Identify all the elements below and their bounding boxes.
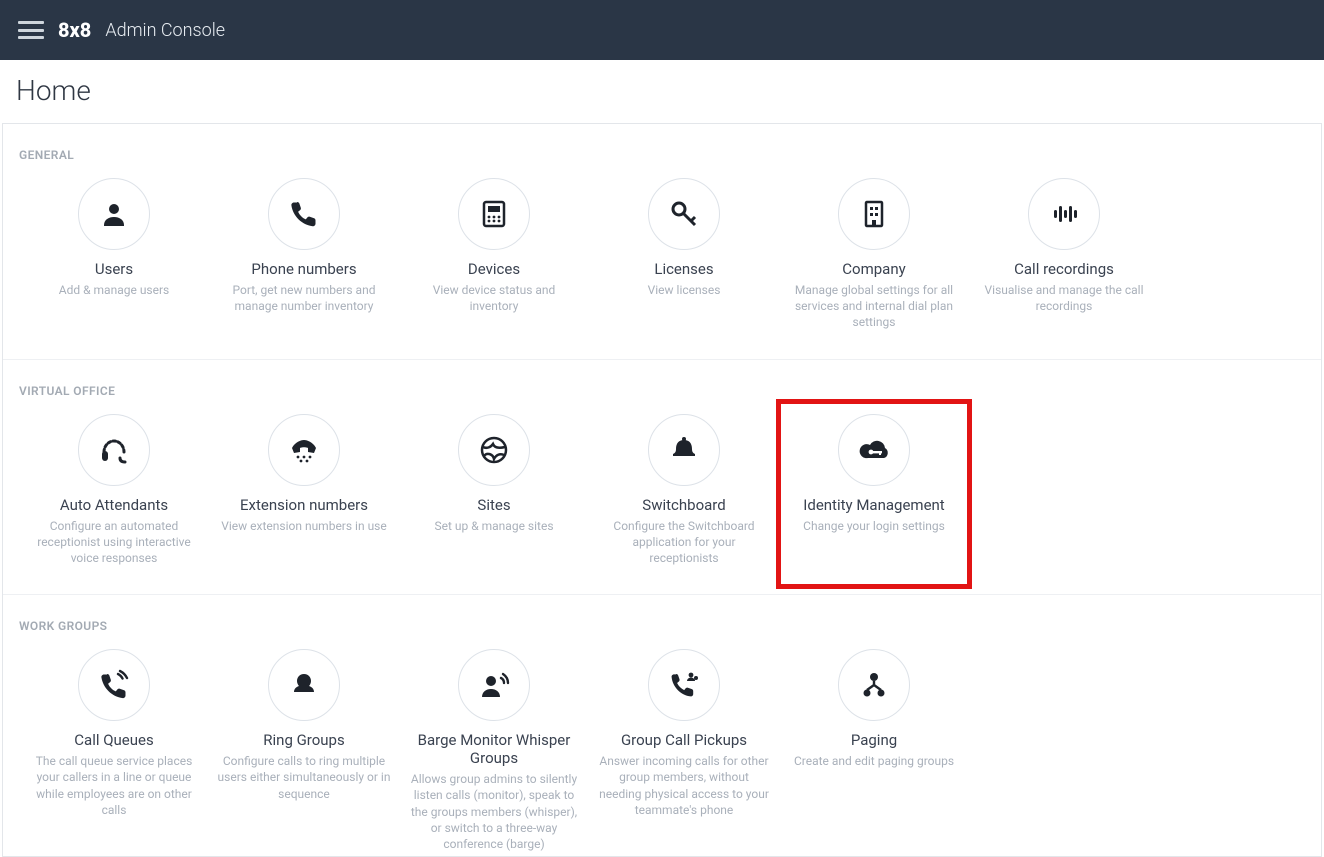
card-title: Ring Groups [217, 731, 391, 749]
hierarchy-icon [838, 649, 910, 721]
user-voice-icon [458, 649, 530, 721]
user-shape-icon [268, 649, 340, 721]
card-paging[interactable]: Paging Create and edit paging groups [779, 649, 969, 857]
page-title: Home [16, 74, 1308, 107]
key-icon [648, 178, 720, 250]
card-licenses[interactable]: Licenses View licenses [589, 178, 779, 351]
card-description: View device status and inventory [407, 282, 581, 314]
topbar: 8x8 Admin Console [0, 0, 1324, 60]
cloud-key-icon [838, 414, 910, 486]
bell-icon [648, 414, 720, 486]
card-title: Barge Monitor Whisper Groups [407, 731, 581, 767]
section-label: GENERAL [19, 148, 1305, 162]
card-description: Visualise and manage the call recordings [977, 282, 1151, 314]
card-description: The call queue service places your calle… [27, 753, 201, 818]
phone-volume-icon [78, 649, 150, 721]
card-users[interactable]: Users Add & manage users [19, 178, 209, 351]
globe-icon [458, 414, 530, 486]
card-description: View extension numbers in use [217, 518, 391, 534]
card-description: Configure the Switchboard application fo… [597, 518, 771, 567]
audio-wave-icon [1028, 178, 1100, 250]
card-phone-numbers[interactable]: Phone numbers Port, get new numbers and m… [209, 178, 399, 351]
card-company[interactable]: Company Manage global settings for all se… [779, 178, 969, 351]
card-title: Call recordings [977, 260, 1151, 278]
card-description: Manage global settings for all services … [787, 282, 961, 331]
card-devices[interactable]: Devices View device status and inventory [399, 178, 589, 351]
section-label: WORK GROUPS [19, 619, 1305, 633]
card-ring-groups[interactable]: Ring Groups Configure calls to ring multi… [209, 649, 399, 857]
card-description: Configure an automated receptionist usin… [27, 518, 201, 567]
main-content: GENERAL Users Add & manage users Phone numb… [2, 123, 1322, 857]
card-title: Company [787, 260, 961, 278]
section-general: GENERAL Users Add & manage users Phone numb… [3, 124, 1321, 359]
card-description: Create and edit paging groups [787, 753, 961, 769]
card-grid: Call Queues The call queue service places… [19, 649, 1305, 857]
card-description: Set up & manage sites [407, 518, 581, 534]
card-identity-management[interactable]: Identity Management Change your login set… [779, 402, 969, 587]
section-work-groups: WORK GROUPS Call Queues The call queue ser… [3, 594, 1321, 857]
card-description: Add & manage users [27, 282, 201, 298]
card-description: Answer incoming calls for other group me… [597, 753, 771, 818]
card-description: Port, get new numbers and manage number … [217, 282, 391, 314]
card-title: Extension numbers [217, 496, 391, 514]
card-sites[interactable]: Sites Set up & manage sites [399, 414, 589, 587]
card-title: Licenses [597, 260, 771, 278]
card-title: Users [27, 260, 201, 278]
card-description: Change your login settings [787, 518, 961, 534]
card-grid: Users Add & manage users Phone numbers Port… [19, 178, 1305, 351]
app-name: Admin Console [105, 20, 225, 41]
card-title: Auto Attendants [27, 496, 201, 514]
card-switchboard[interactable]: Switchboard Configure the Switchboard app… [589, 414, 779, 587]
card-call-recordings[interactable]: Call recordings Visualise and manage the … [969, 178, 1159, 351]
card-auto-attendants[interactable]: Auto Attendants Configure an automated re… [19, 414, 209, 587]
section-label: VIRTUAL OFFICE [19, 384, 1305, 398]
building-icon [838, 178, 910, 250]
page-header: Home [0, 60, 1324, 123]
card-title: Switchboard [597, 496, 771, 514]
user-icon [78, 178, 150, 250]
card-call-queues[interactable]: Call Queues The call queue service places… [19, 649, 209, 857]
fax-icon [458, 178, 530, 250]
card-title: Identity Management [787, 496, 961, 514]
card-title: Group Call Pickups [597, 731, 771, 749]
menu-toggle-button[interactable] [18, 21, 44, 39]
card-title: Paging [787, 731, 961, 749]
card-barge-monitor-whisper[interactable]: Barge Monitor Whisper Groups Allows group… [399, 649, 589, 857]
card-description: Allows group admins to silently listen c… [407, 771, 581, 852]
phone-users-icon [648, 649, 720, 721]
headset-icon [78, 414, 150, 486]
section-virtual-office: VIRTUAL OFFICE Auto Attendants Configure a… [3, 359, 1321, 595]
card-extension-numbers[interactable]: Extension numbers View extension numbers … [209, 414, 399, 587]
card-grid: Auto Attendants Configure an automated re… [19, 414, 1305, 587]
card-title: Call Queues [27, 731, 201, 749]
card-group-call-pickups[interactable]: Group Call Pickups Answer incoming calls … [589, 649, 779, 857]
phone-icon [268, 178, 340, 250]
card-title: Phone numbers [217, 260, 391, 278]
tty-icon [268, 414, 340, 486]
brand-logo: 8x8 [58, 18, 91, 42]
card-description: Configure calls to ring multiple users e… [217, 753, 391, 802]
card-title: Sites [407, 496, 581, 514]
card-title: Devices [407, 260, 581, 278]
card-description: View licenses [597, 282, 771, 298]
